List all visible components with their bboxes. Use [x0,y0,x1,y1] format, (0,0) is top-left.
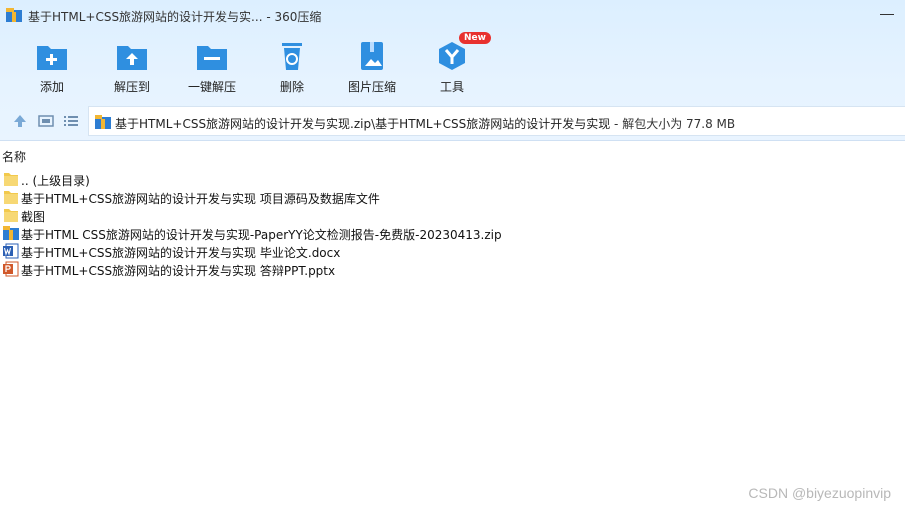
thumbnail-view-icon[interactable] [38,113,54,129]
new-badge: New [459,32,491,44]
watermark: CSDN @biyezuopinvip [748,485,891,501]
archive-icon [95,115,111,129]
address-path: 基于HTML+CSS旅游网站的设计开发与实现.zip\基于HTML+CSS旅游网… [115,115,735,132]
image-compress-icon [361,42,383,70]
delete-label: 删除 [279,80,304,94]
extract-to-label: 解压到 [113,80,150,94]
add-folder-icon [37,46,67,70]
list-view-icon[interactable] [63,113,79,129]
image-compress-label: 图片压缩 [347,80,396,94]
folder-icon [4,173,18,186]
image-compress-button[interactable]: 图片压缩 [337,36,407,96]
window-title: 基于HTML+CSS旅游网站的设计开发与实... - 360压缩 [28,10,322,24]
delete-button[interactable]: 删除 [257,36,327,96]
word-icon [3,243,19,259]
app-window: 基于HTML+CSS旅游网站的设计开发与实... - 360压缩 添加 解压到 [0,0,905,511]
one-click-extract-icon [197,46,227,70]
file-name: 基于HTML+CSS旅游网站的设计开发与实现 项目源码及数据库文件 [21,192,380,206]
list-item[interactable]: 基于HTML CSS旅游网站的设计开发与实现-PaperYY论文检测报告-免费版… [3,224,603,242]
unpacked-size-info: - 解包大小为 77.8 MB [610,117,736,131]
extract-to-button[interactable]: 解压到 [97,36,167,96]
add-button[interactable]: 添加 [17,36,87,96]
title-bar: 基于HTML+CSS旅游网站的设计开发与实... - 360压缩 [0,0,905,30]
address-bar[interactable]: 基于HTML+CSS旅游网站的设计开发与实现.zip\基于HTML+CSS旅游网… [88,106,905,136]
file-name: 基于HTML+CSS旅游网站的设计开发与实现 答辩PPT.pptx [21,264,336,278]
one-click-extract-label: 一键解压 [187,80,236,94]
add-label: 添加 [39,80,64,94]
minimize-button[interactable] [869,0,905,30]
up-arrow-icon[interactable] [12,113,28,129]
powerpoint-icon [3,261,19,277]
zip-icon [3,226,19,240]
file-name: .. (上级目录) [21,174,90,188]
navigation-row: 基于HTML+CSS旅游网站的设计开发与实现.zip\基于HTML+CSS旅游网… [0,106,905,136]
list-item[interactable]: 基于HTML+CSS旅游网站的设计开发与实现 毕业论文.docx [3,242,603,260]
file-list: 名称 .. (上级目录) 基于HTML+CSS旅游网站的设计开发与实现 项目源码… [0,146,905,511]
list-item[interactable]: 截图 [3,206,603,224]
top-chrome: 基于HTML+CSS旅游网站的设计开发与实... - 360压缩 添加 解压到 [0,0,905,141]
tools-button[interactable]: New 工具 [417,32,491,96]
tools-icon [439,42,465,70]
file-name: 基于HTML+CSS旅游网站的设计开发与实现 毕业论文.docx [21,246,341,260]
delete-icon [282,43,302,70]
list-item[interactable]: 基于HTML+CSS旅游网站的设计开发与实现 答辩PPT.pptx [3,260,603,278]
app-logo-icon [6,8,22,22]
file-name: 截图 [21,210,46,224]
column-header-name[interactable]: 名称 [2,148,26,165]
list-item-parent-directory[interactable]: .. (上级目录) [3,170,603,188]
one-click-extract-button[interactable]: 一键解压 [177,36,247,96]
toolbar: 添加 解压到 一键解压 删除 图片压缩 New 工具 [0,32,905,96]
file-name: 基于HTML CSS旅游网站的设计开发与实现-PaperYY论文检测报告-免费版… [21,228,502,242]
list-item[interactable]: 基于HTML+CSS旅游网站的设计开发与实现 项目源码及数据库文件 [3,188,603,206]
extract-to-icon [117,46,147,70]
archive-path: 基于HTML+CSS旅游网站的设计开发与实现.zip\基于HTML+CSS旅游网… [115,117,611,131]
tools-label: 工具 [439,80,464,94]
folder-icon [4,209,18,222]
folder-icon [4,191,18,204]
